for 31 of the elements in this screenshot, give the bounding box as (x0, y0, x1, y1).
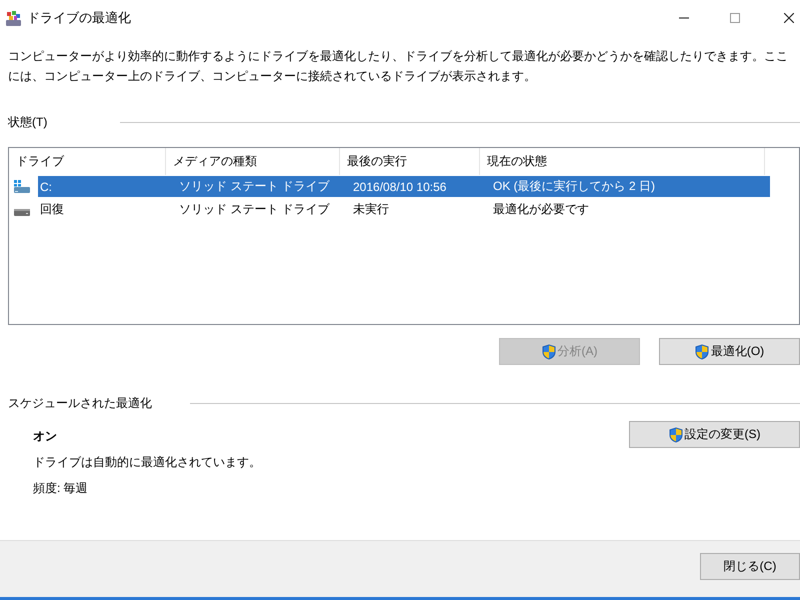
maximize-icon (730, 13, 740, 23)
table-cell-text: ソリッド ステート ドライブ (178, 201, 331, 218)
window-title: ドライブの最適化 (27, 9, 131, 27)
table-cell-text: 最適化が必要です (492, 201, 590, 218)
column-header[interactable]: 最後の実行 (340, 148, 480, 175)
schedule-state: オン (33, 428, 58, 445)
table-cell-text: 未実行 (352, 201, 390, 218)
shield-icon (542, 344, 556, 360)
table-cell-text: 2016/08/10 10:56 (352, 180, 448, 194)
change-settings-button[interactable]: 設定の変更(S) (629, 421, 800, 448)
optimize-button[interactable]: 最適化(O) (659, 338, 800, 365)
description-text: コンピューターがより効率的に動作するようにドライブを最適化したり、ドライブを分析して最適化が必要かどうかを確認したりできます。ここには、コンピューター上のドライブ、コンピューターに接続されているドライブが表示されます。 (8, 48, 789, 85)
column-header[interactable]: ドライブ (9, 148, 166, 175)
shield-icon (668, 426, 682, 442)
schedule-description: ドライブは自動的に最適化されています。 (33, 454, 261, 471)
column-header[interactable]: メディアの種類 (166, 148, 340, 175)
close-dialog-button[interactable]: 閉じる(C) (700, 553, 800, 580)
drive-logo-icon (14, 180, 30, 193)
table-cell-text: ソリッド ステート ドライブ (178, 178, 331, 195)
table-cell-text: C: (39, 180, 53, 194)
section-title: 状態(T) (8, 115, 48, 129)
table-cell-text: OK (最後に実行してから 2 日) (492, 178, 656, 195)
drive-blocks-icon (6, 10, 21, 26)
table-cell-text: 回復 (39, 201, 65, 218)
close-icon (784, 13, 794, 23)
shield-icon (694, 344, 709, 360)
table-row[interactable]: 回復 ソリッド ステート ドライブ 未実行 最適化が必要です (38, 199, 770, 220)
section-title: スケジュールされた最適化 (8, 396, 152, 410)
column-header[interactable]: 現在の状態 (480, 148, 765, 175)
table-row[interactable]: C: ソリッド ステート ドライブ 2016/08/10 10:56 OK (最後に実行してから 2 日) (38, 176, 770, 197)
frequency-text: 頻度: 毎週 (33, 480, 89, 497)
